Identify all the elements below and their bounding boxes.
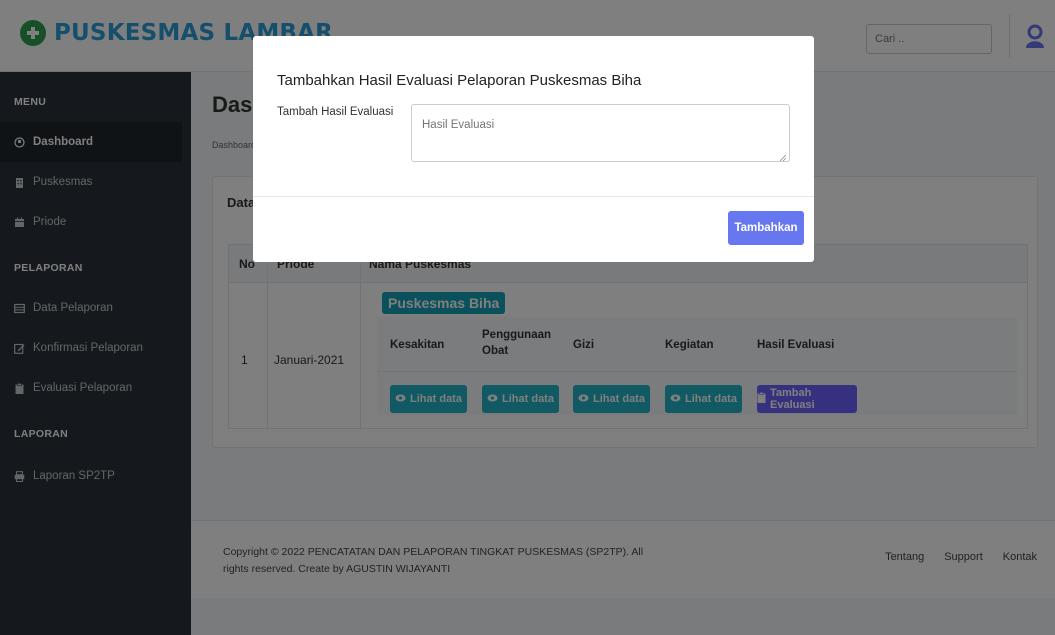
modal-title: Tambahkan Hasil Evaluasi Pelaporan Puske… xyxy=(277,72,642,89)
add-evaluation-modal: Tambahkan Hasil Evaluasi Pelaporan Puske… xyxy=(253,36,814,262)
evaluation-field-label: Tambah Hasil Evaluasi xyxy=(277,106,394,118)
resize-grip-icon[interactable] xyxy=(779,151,787,162)
tambahkan-button[interactable]: Tambahkan xyxy=(728,211,804,245)
modal-divider xyxy=(253,196,814,197)
evaluation-textarea[interactable] xyxy=(411,104,790,162)
